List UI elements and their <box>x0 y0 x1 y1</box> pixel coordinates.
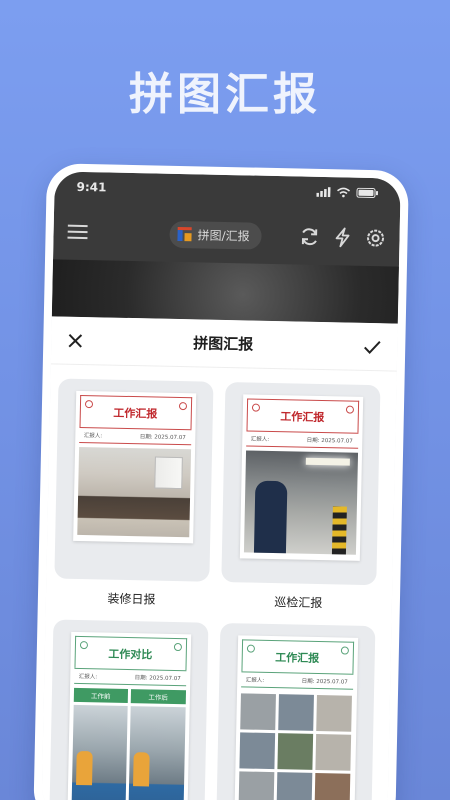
checkmark-icon[interactable] <box>363 338 381 354</box>
preview-date: 日期: 2025.07.07 <box>139 434 186 442</box>
template-label: 巡检汇报 <box>274 595 323 611</box>
preview-reporter: 汇报人: <box>83 433 103 440</box>
template-preview: 工作汇报 汇报人: 日期: 2025.07.07 <box>72 390 196 544</box>
template-card-comparison[interactable]: 工作对比 汇报人: 日期: 2025.07.07 工作前 工作后 <box>49 619 209 800</box>
battery-icon <box>356 187 379 199</box>
signal-icon <box>316 187 331 198</box>
template-preview: 工作汇报 汇报人: 日期: 2025.07.07 <box>239 394 363 561</box>
preview-title: 工作汇报 <box>79 394 192 430</box>
template-card-renovation[interactable]: 工作汇报 汇报人: 日期: 2025.07.07 装修日报 <box>54 378 214 608</box>
preview-reporter: 汇报人: <box>245 677 265 684</box>
app-screen: 9:41 拼图/汇报 拼图汇报 工作汇报 汇报人: 日期: 2025.07.07… <box>41 171 401 800</box>
preview-title: 工作汇报 <box>240 639 354 674</box>
sync-icon[interactable] <box>299 227 319 247</box>
template-preview: 工作汇报 汇报人: 日期: 2025.07.07 <box>233 635 358 800</box>
preview-date: 日期: 2025.07.07 <box>134 675 181 683</box>
preview-date: 日期: 2025.07.07 <box>306 437 353 445</box>
camera-preview <box>51 259 399 324</box>
settings-icon[interactable] <box>365 228 385 248</box>
preview-reporter: 汇报人: <box>250 436 270 443</box>
template-sheet: 拼图汇报 工作汇报 汇报人: 日期: 2025.07.07 装修日报 工作汇报 … <box>41 316 398 800</box>
sheet-title: 拼图汇报 <box>193 334 254 354</box>
photo-mosaic <box>238 693 353 800</box>
preview-date: 日期: 2025.07.07 <box>301 678 348 686</box>
kitchen-photo <box>76 446 191 538</box>
promo-headline: 拼图汇报 <box>129 69 321 120</box>
before-label: 工作前 <box>73 687 129 704</box>
after-label: 工作后 <box>130 689 186 705</box>
preview-title: 工作汇报 <box>245 398 359 433</box>
mode-selector-pill[interactable]: 拼图/汇报 <box>169 220 262 250</box>
parking-inspection-photo <box>243 450 358 555</box>
app-toolbar: 拼图/汇报 <box>53 211 400 258</box>
sheet-header: 拼图汇报 <box>50 316 398 372</box>
template-label: 装修日报 <box>107 591 156 607</box>
status-time: 9:41 <box>76 179 107 195</box>
comparison-photos <box>70 704 186 800</box>
menu-icon[interactable] <box>67 224 88 240</box>
wifi-icon <box>337 187 351 198</box>
phone-mockup: 9:41 拼图/汇报 拼图汇报 工作汇报 汇报人: 日期: 2025.07.07… <box>33 163 409 800</box>
mode-label: 拼图/汇报 <box>197 227 250 243</box>
app-logo-icon <box>177 226 192 242</box>
preview-reporter: 汇报人: <box>78 673 98 681</box>
template-card-inspection[interactable]: 工作汇报 汇报人: 日期: 2025.07.07 巡检汇报 <box>221 381 381 612</box>
template-preview: 工作对比 汇报人: 日期: 2025.07.07 工作前 工作后 <box>66 631 191 800</box>
template-card-grid-report[interactable]: 工作汇报 汇报人: 日期: 2025.07.07 <box>216 622 376 800</box>
flash-icon[interactable] <box>333 227 351 248</box>
close-icon[interactable] <box>67 332 83 348</box>
template-grid: 工作汇报 汇报人: 日期: 2025.07.07 装修日报 工作汇报 汇报人: … <box>49 378 388 800</box>
preview-title: 工作对比 <box>73 635 187 671</box>
